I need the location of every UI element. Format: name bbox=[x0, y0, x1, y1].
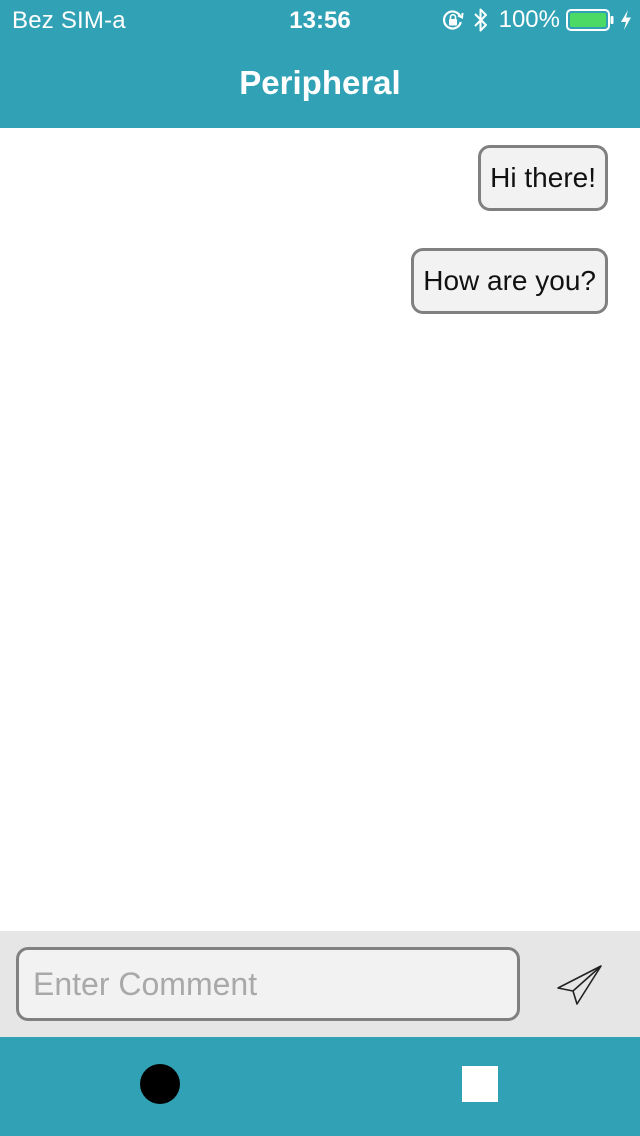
record-button[interactable] bbox=[140, 1064, 180, 1104]
bottom-toolbar bbox=[0, 1037, 640, 1136]
message-bubble: How are you? bbox=[411, 248, 608, 314]
status-indicators: 100% bbox=[441, 6, 632, 34]
comment-input[interactable]: Enter Comment bbox=[16, 947, 520, 1021]
page-title: Peripheral bbox=[239, 64, 401, 101]
stop-button[interactable] bbox=[462, 1066, 498, 1102]
status-bar: Bez SIM-a 13:56 100% bbox=[0, 0, 640, 40]
battery-icon bbox=[566, 8, 614, 32]
composer-bar: Enter Comment bbox=[0, 931, 640, 1037]
message-list[interactable]: Hi there! How are you? bbox=[0, 128, 640, 931]
orientation-lock-icon bbox=[441, 8, 465, 32]
send-button[interactable] bbox=[548, 955, 612, 1015]
bluetooth-icon bbox=[473, 7, 489, 33]
battery-percent: 100% bbox=[498, 6, 560, 33]
battery-fill bbox=[570, 13, 606, 27]
charging-bolt-icon bbox=[620, 9, 632, 31]
message-bubble: Hi there! bbox=[478, 145, 608, 211]
paper-plane-icon bbox=[557, 965, 602, 1005]
navigation-bar: Bez SIM-a 13:56 100% Peripheral bbox=[0, 0, 640, 128]
